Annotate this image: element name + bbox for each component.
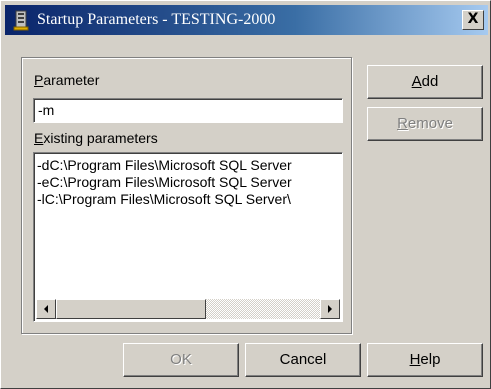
list-item[interactable]: -lC:\Program Files\Microsoft SQL Server\: [37, 191, 337, 208]
scroll-thumb[interactable]: [56, 299, 206, 319]
help-button[interactable]: Help: [367, 343, 483, 377]
existing-parameters-label: Existing parameters: [34, 130, 158, 146]
close-button[interactable]: X: [462, 10, 484, 30]
parameter-input[interactable]: -m: [33, 98, 343, 123]
list-item[interactable]: -eC:\Program Files\Microsoft SQL Server: [37, 174, 337, 191]
dialog-window: Startup Parameters - TESTING-2000 X Para…: [0, 0, 491, 389]
startup-parameters-icon: [11, 9, 31, 31]
remove-button[interactable]: Remove: [367, 107, 483, 141]
cancel-button[interactable]: Cancel: [245, 343, 361, 377]
window-title: Startup Parameters - TESTING-2000: [37, 11, 276, 28]
ok-button[interactable]: OK: [123, 343, 239, 377]
title-bar[interactable]: Startup Parameters - TESTING-2000 X: [5, 5, 488, 35]
scroll-right-button[interactable]: [320, 299, 340, 319]
scroll-left-button[interactable]: [36, 299, 56, 319]
add-button[interactable]: Add: [367, 65, 483, 99]
existing-parameters-list[interactable]: -dC:\Program Files\Microsoft SQL Server …: [33, 152, 343, 322]
scroll-right-arrow-icon: [328, 305, 332, 313]
parameter-label: Parameter: [34, 72, 100, 88]
horizontal-scrollbar[interactable]: [36, 299, 340, 319]
list-item[interactable]: -dC:\Program Files\Microsoft SQL Server: [37, 157, 337, 174]
scroll-left-arrow-icon: [44, 305, 48, 313]
close-icon: X: [467, 11, 479, 27]
